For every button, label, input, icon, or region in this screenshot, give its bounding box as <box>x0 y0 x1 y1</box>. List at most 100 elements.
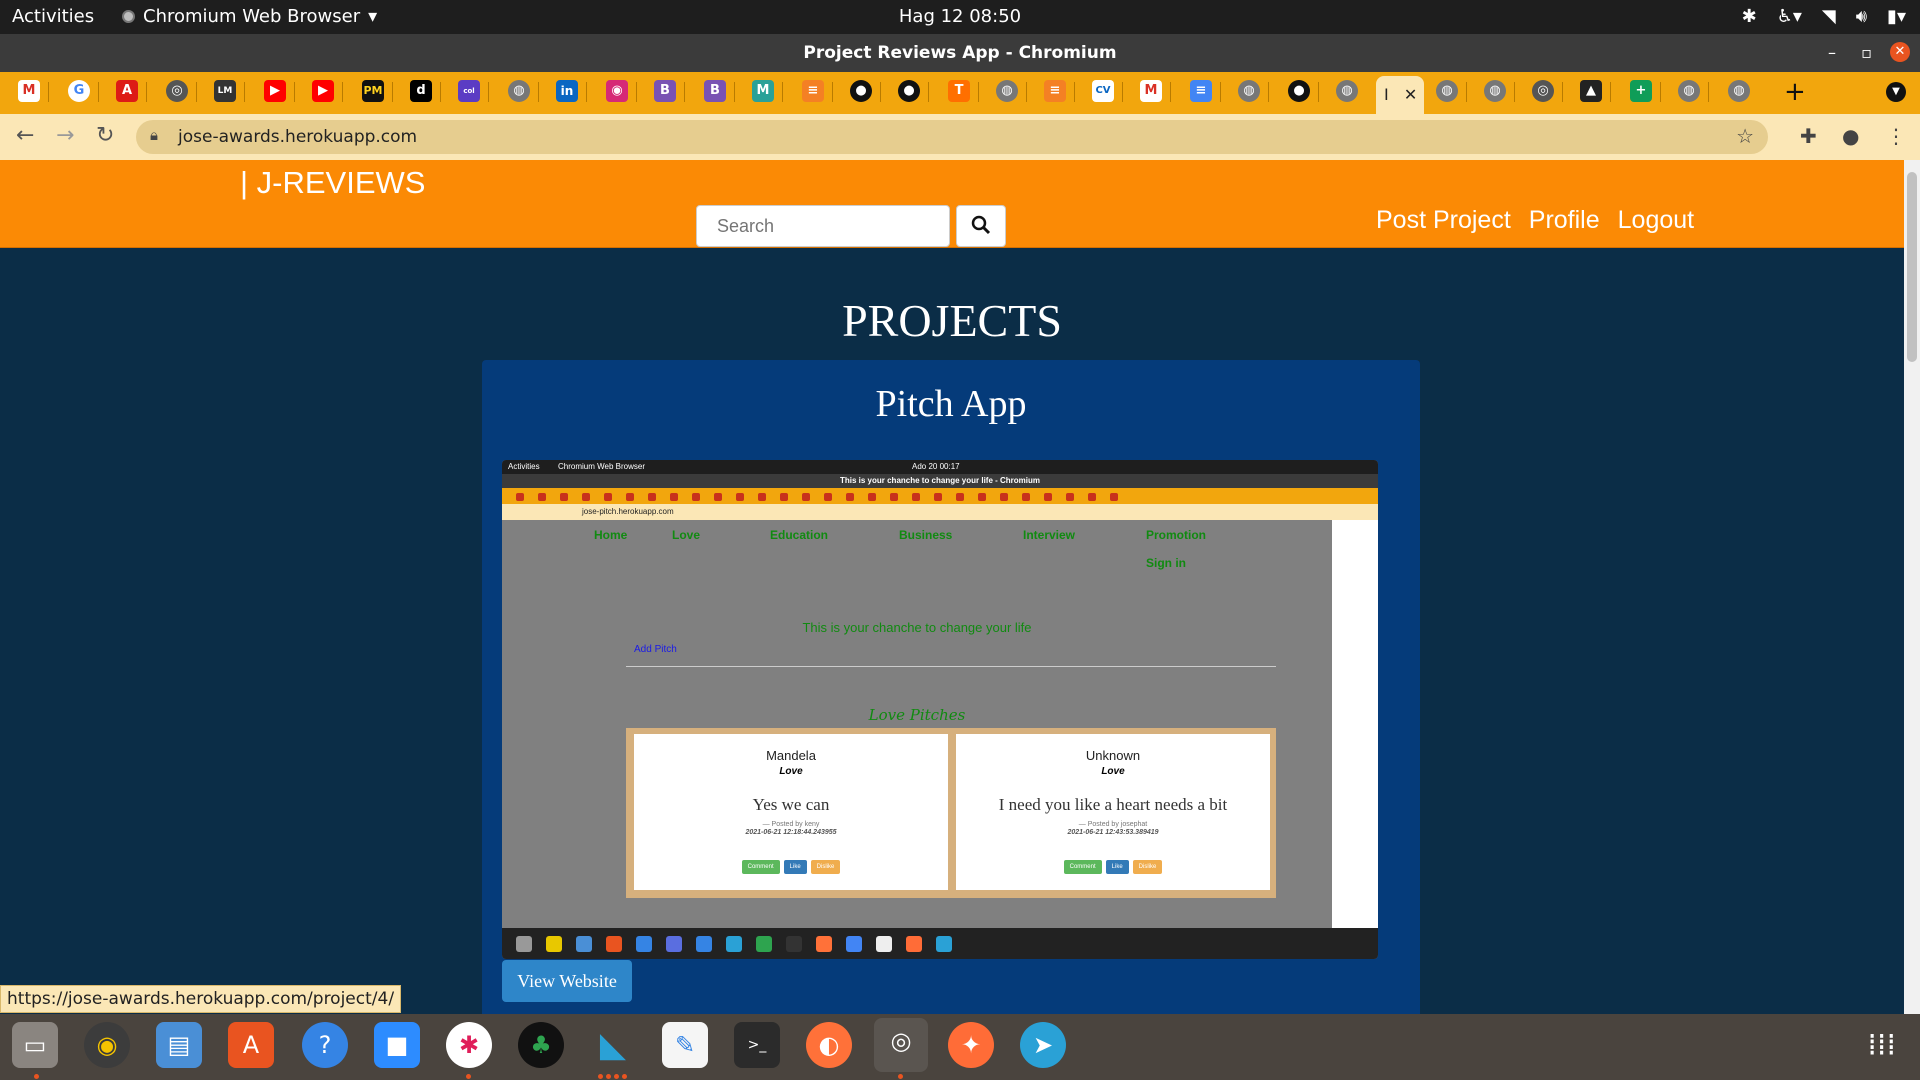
pitch-dislike-button: Dislike <box>1132 860 1163 874</box>
logout-link[interactable]: Logout <box>1618 206 1694 235</box>
pitch-category: Love <box>779 766 803 777</box>
page-scrollbar[interactable] <box>1904 160 1920 1014</box>
accessibility-icon[interactable]: ♿︎▾ <box>1777 6 1802 27</box>
bootstrap-icon[interactable]: B <box>654 80 676 102</box>
page-title: PROJECTS <box>842 295 1062 346</box>
github-icon[interactable]: ● <box>898 80 920 102</box>
shot-clock: Ado 20 00:17 <box>912 462 960 471</box>
moringa-icon[interactable]: M <box>752 80 774 102</box>
telegram-icon[interactable]: ➤ <box>1020 1022 1066 1068</box>
project-screenshot[interactable]: Activities Chromium Web Browser Ado 20 0… <box>502 460 1378 959</box>
slack-tray-icon[interactable]: ✱ <box>1742 6 1757 27</box>
profile-icon[interactable]: ● <box>1842 124 1859 148</box>
github-icon[interactable]: ● <box>1288 80 1310 102</box>
battery-icon[interactable]: ▮▾ <box>1887 6 1906 27</box>
shot-nav-sign-in: Sign in <box>1146 556 1186 570</box>
stackoverflow-icon[interactable]: ≡ <box>1044 80 1066 102</box>
site-nav-links: Post Project Profile Logout <box>1376 206 1694 235</box>
bookmark-star-icon[interactable]: ☆ <box>1736 124 1754 148</box>
lock-icon[interactable]: 🔒︎ <box>150 126 158 144</box>
address-bar[interactable]: 🔒︎ jose-awards.herokuapp.com ☆ <box>136 120 1768 154</box>
shot-nav-home: Home <box>594 528 628 542</box>
shot-browser-name: Chromium Web Browser <box>558 462 645 471</box>
zoom-icon[interactable]: ■ <box>374 1022 420 1068</box>
google-icon[interactable]: G <box>68 80 90 102</box>
globe-icon[interactable]: ◍ <box>1728 80 1750 102</box>
youtube-icon[interactable]: ▶ <box>312 80 334 102</box>
back-icon[interactable]: ← <box>16 123 34 148</box>
terminal-icon[interactable]: >_ <box>734 1022 780 1068</box>
rhythmbox-icon[interactable]: ◉ <box>84 1022 130 1068</box>
post-project-link[interactable]: Post Project <box>1376 206 1511 235</box>
wifi-icon[interactable]: ◥ <box>1822 6 1836 27</box>
clock[interactable]: Hag 12 08:50 <box>0 6 1920 27</box>
globe-icon[interactable]: ◍ <box>1484 80 1506 102</box>
linkedin-icon[interactable]: in <box>556 80 578 102</box>
active-tab[interactable]: I ✕ <box>1376 76 1424 114</box>
system-top-bar: Activities Chromium Web Browser ▾ Hag 12… <box>0 0 1920 34</box>
maximize-icon[interactable]: ▫ <box>1861 34 1872 72</box>
youtube-icon[interactable]: ▶ <box>264 80 286 102</box>
reload-icon[interactable]: ↻ <box>96 123 114 148</box>
globe-icon[interactable]: ◍ <box>508 80 530 102</box>
chrome-icon[interactable]: ◎ <box>166 80 188 102</box>
colorlib-icon[interactable]: col <box>458 80 480 102</box>
globe-icon[interactable]: ◍ <box>1678 80 1700 102</box>
pitch-dislike-button: Dislike <box>810 860 841 874</box>
tab-search-icon[interactable]: ▼ <box>1886 82 1906 102</box>
android-icon[interactable]: ♣ <box>518 1022 564 1068</box>
pitch-author: Mandela <box>766 748 816 763</box>
github-icon[interactable]: ● <box>850 80 872 102</box>
chrome-icon[interactable]: ◎ <box>1532 80 1554 102</box>
dev-icon[interactable]: d <box>410 80 432 102</box>
software-center-icon[interactable]: A <box>228 1022 274 1068</box>
minimize-icon[interactable]: – <box>1828 34 1836 72</box>
browser-menu-icon[interactable]: ⋮ <box>1886 124 1906 148</box>
pitch-posted-by: — Posted by keny <box>762 821 820 828</box>
text-editor-icon[interactable]: ▤ <box>156 1022 202 1068</box>
notes-icon[interactable]: ✎ <box>662 1022 708 1068</box>
search-button[interactable] <box>956 205 1006 247</box>
scrollbar-thumb[interactable] <box>1907 172 1917 362</box>
graduation-cap-icon[interactable]: ▲ <box>1580 80 1602 102</box>
site-brand[interactable]: | J-REVIEWS <box>240 165 425 201</box>
gmail-icon[interactable]: M <box>18 80 40 102</box>
lm-icon[interactable]: LM <box>214 80 236 102</box>
system-tray[interactable]: ✱ ♿︎▾ ◥ 🔊︎ ▮▾ <box>1742 6 1906 27</box>
globe-icon[interactable]: ◍ <box>996 80 1018 102</box>
search-input[interactable] <box>696 205 950 247</box>
stackoverflow-icon[interactable]: ≡ <box>802 80 824 102</box>
firefox-icon[interactable]: ◐ <box>806 1022 852 1068</box>
docs-icon[interactable]: ≡ <box>1190 80 1212 102</box>
files-icon[interactable]: ▭ <box>12 1022 58 1068</box>
chromium-icon[interactable]: ◎ <box>874 1018 928 1072</box>
help-icon[interactable]: ? <box>302 1022 348 1068</box>
gmail-icon[interactable]: M <box>1140 80 1162 102</box>
close-tab-icon[interactable]: ✕ <box>1404 85 1417 104</box>
sheets-icon[interactable]: + <box>1630 80 1652 102</box>
pitch-body: I need you like a heart needs a bit <box>998 795 1228 814</box>
bootstrap-icon[interactable]: B <box>704 80 726 102</box>
globe-icon[interactable]: ◍ <box>1238 80 1260 102</box>
postman-icon[interactable]: ✦ <box>948 1022 994 1068</box>
forward-icon[interactable]: → <box>56 123 74 148</box>
instagram-icon[interactable]: ◉ <box>606 80 628 102</box>
slack-icon[interactable]: ✱ <box>446 1022 492 1068</box>
address-bar-url[interactable]: jose-awards.herokuapp.com <box>178 127 417 147</box>
close-window-icon[interactable]: ✕ <box>1890 42 1910 62</box>
shot-add-pitch: Add Pitch <box>634 644 677 655</box>
globe-icon[interactable]: ◍ <box>1436 80 1458 102</box>
tf-icon[interactable]: T <box>948 80 970 102</box>
show-applications-icon[interactable]: ⁞⁞⁞ <box>1867 1028 1896 1063</box>
view-website-button[interactable]: View Website <box>502 960 632 1002</box>
extensions-icon[interactable]: ✚ <box>1800 124 1817 148</box>
vscode-icon[interactable]: ◣ <box>590 1022 636 1068</box>
profile-link[interactable]: Profile <box>1529 206 1600 235</box>
pm-icon[interactable]: PM <box>362 80 384 102</box>
angular-icon[interactable]: A <box>116 80 138 102</box>
window-title-bar: Project Reviews App - Chromium – ▫ ✕ <box>0 34 1920 72</box>
globe-icon[interactable]: ◍ <box>1336 80 1358 102</box>
new-tab-icon[interactable]: + <box>1784 77 1806 107</box>
cv-icon[interactable]: CV <box>1092 80 1114 102</box>
volume-icon[interactable]: 🔊︎ <box>1856 6 1867 27</box>
